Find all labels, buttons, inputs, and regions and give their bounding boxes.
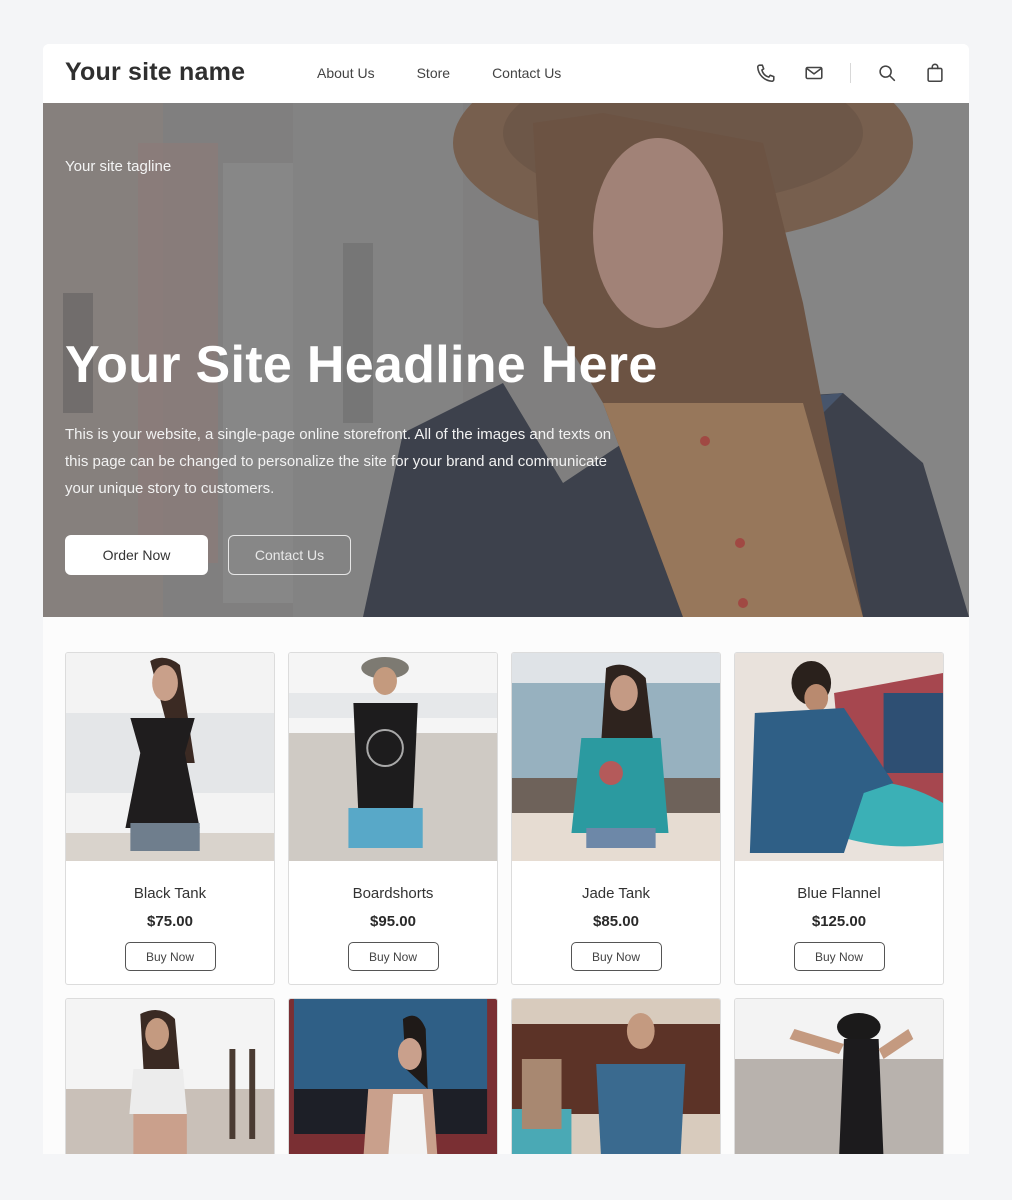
buy-now-button[interactable]: Buy Now [124,942,216,971]
product-card[interactable]: Black Tank $75.00 Buy Now [65,652,275,985]
nav-about-us[interactable]: About Us [317,65,375,81]
phone-icon[interactable] [754,61,778,85]
product-image-jade-tank[interactable] [512,653,720,861]
product-price: $85.00 [593,913,639,930]
product-image[interactable] [289,999,497,1154]
product-card[interactable] [288,998,498,1154]
product-card[interactable]: Jade Tank $85.00 Buy Now [511,652,721,985]
product-price: $95.00 [370,913,416,930]
product-price: $125.00 [811,913,867,930]
hero-section: Your site tagline Your Site Headline Her… [43,103,969,617]
nav-contact-us[interactable]: Contact Us [492,65,561,81]
product-card[interactable]: Blue Flannel $125.00 Buy Now [734,652,944,985]
product-card[interactable]: Boardshorts $95.00 Buy Now [288,652,498,985]
buy-now-button[interactable]: Buy Now [570,942,662,971]
hero-headline: Your Site Headline Here [65,336,658,394]
product-image[interactable] [66,999,274,1154]
product-price: $75.00 [147,913,193,930]
product-card[interactable] [65,998,275,1154]
product-image[interactable] [735,999,943,1154]
product-card[interactable] [511,998,721,1154]
product-name: Blue Flannel [797,885,881,902]
nav-store[interactable]: Store [417,65,450,81]
buy-now-button[interactable]: Buy Now [347,942,439,971]
shopping-bag-icon[interactable] [923,61,947,85]
product-name: Boardshorts [352,885,434,902]
product-card[interactable] [734,998,944,1154]
product-image-blue-flannel[interactable] [735,653,943,861]
product-image-black-tank[interactable] [66,653,274,861]
header-divider [850,63,851,83]
product-grid: Black Tank $75.00 Buy Now Boardshorts $9… [65,652,945,1154]
site-name[interactable]: Your site name [65,58,245,87]
storefront-page: Your site name About Us Store Contact Us [43,44,969,1154]
hero-description: This is your website, a single-page onli… [65,426,612,497]
product-image[interactable] [512,999,720,1154]
site-tagline: Your site tagline [65,158,172,175]
order-now-button[interactable]: Order Now [65,535,208,575]
product-name: Jade Tank [581,885,651,902]
header-icons [754,61,947,85]
buy-now-button[interactable]: Buy Now [793,942,885,971]
mail-icon[interactable] [802,61,826,85]
search-icon[interactable] [875,61,899,85]
product-name: Black Tank [133,885,207,902]
main-nav: About Us Store Contact Us [317,65,603,81]
product-image-boardshorts[interactable] [289,653,497,861]
site-header: Your site name About Us Store Contact Us [43,44,969,103]
contact-us-button[interactable]: Contact Us [228,535,351,575]
